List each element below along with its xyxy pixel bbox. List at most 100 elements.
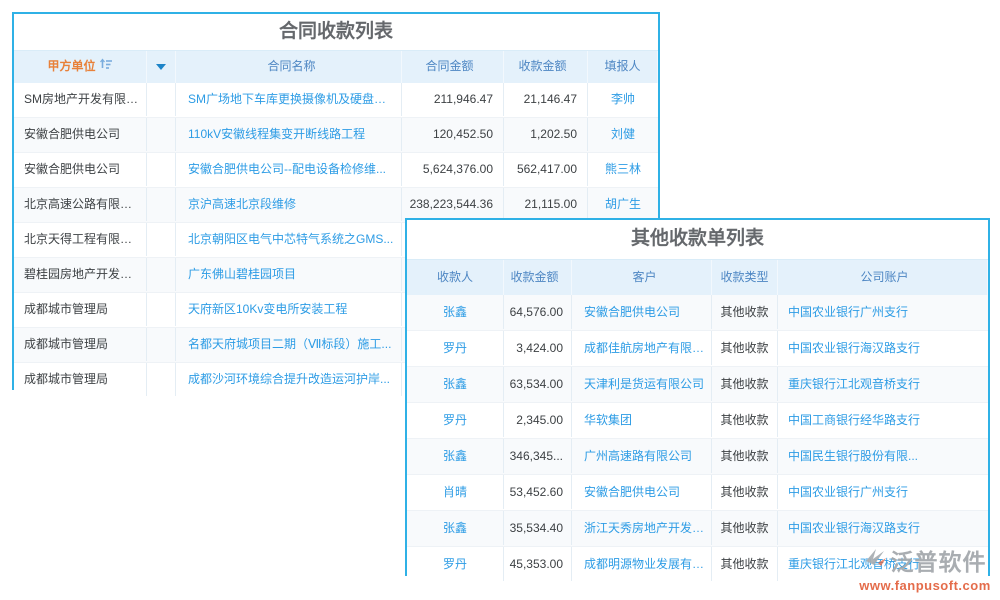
receipt-amount-cell: 64,576.00: [504, 295, 572, 329]
header-party-unit[interactable]: 甲方单位: [14, 51, 147, 83]
receipt-row: 张鑫 64,576.00 安徽合肥供电公司 其他收款 中国农业银行广州支行: [407, 295, 988, 331]
row-dropdown-cell: [147, 118, 176, 151]
party-unit-cell: 北京高速公路有限公司: [14, 188, 147, 221]
receipt-amount-cell: 35,534.40: [504, 511, 572, 545]
row-dropdown-cell: [147, 223, 176, 256]
payee-link[interactable]: 张鑫: [407, 295, 504, 329]
customer-link[interactable]: 华软集团: [572, 403, 712, 437]
payee-link[interactable]: 张鑫: [407, 511, 504, 545]
customer-link[interactable]: 安徽合肥供电公司: [572, 475, 712, 509]
reporter-link[interactable]: 刘健: [588, 118, 658, 151]
header-received-amount: 收款金额: [504, 51, 588, 83]
payee-link[interactable]: 张鑫: [407, 439, 504, 473]
reporter-link[interactable]: 李帅: [588, 83, 658, 116]
contract-amount-cell: 5,624,376.00: [402, 153, 504, 186]
receipt-row: 罗丹 3,424.00 成都佳航房地产有限公司 其他收款 中国农业银行海汉路支行: [407, 331, 988, 367]
receipt-type-cell: 其他收款: [712, 511, 778, 545]
party-unit-cell: 成都城市管理局: [14, 328, 147, 361]
receipt-type-cell: 其他收款: [712, 439, 778, 473]
receipt-type-cell: 其他收款: [712, 367, 778, 401]
receipt-row: 罗丹 2,345.00 华软集团 其他收款 中国工商银行经华路支行: [407, 403, 988, 439]
sort-icon[interactable]: [100, 51, 113, 82]
contract-name-link[interactable]: 名都天府城项目二期（Ⅶ标段）施工...: [176, 328, 402, 361]
receipt-row: 肖晴 53,452.60 安徽合肥供电公司 其他收款 中国农业银行广州支行: [407, 475, 988, 511]
watermark-brand-text: 泛普软件: [891, 543, 987, 577]
contract-row: SM房地产开发有限公司 SM广场地下车库更换摄像机及硬盘项目 211,946.4…: [14, 83, 658, 118]
customer-link[interactable]: 成都明源物业发展有限...: [572, 547, 712, 581]
row-dropdown-cell: [147, 363, 176, 396]
contract-name-link[interactable]: 天府新区10Kv变电所安装工程: [176, 293, 402, 326]
company-account-link[interactable]: 中国农业银行广州支行: [778, 295, 988, 329]
company-account-link[interactable]: 中国农业银行海汉路支行: [778, 331, 988, 365]
received-amount-cell: 562,417.00: [504, 153, 588, 186]
contract-name-link[interactable]: 安徽合肥供电公司--配电设备检修维...: [176, 153, 402, 186]
company-account-link[interactable]: 中国民生银行股份有限...: [778, 439, 988, 473]
customer-link[interactable]: 天津利是货运有限公司: [572, 367, 712, 401]
receipt-row: 张鑫 35,534.40 浙江天秀房地产开发有... 其他收款 中国农业银行海汉…: [407, 511, 988, 547]
party-unit-cell: 碧桂园房地产开发有限公司: [14, 258, 147, 291]
payee-link[interactable]: 肖晴: [407, 475, 504, 509]
row-dropdown-cell: [147, 153, 176, 186]
received-amount-cell: 1,202.50: [504, 118, 588, 151]
company-account-link[interactable]: 中国工商银行经华路支行: [778, 403, 988, 437]
contract-row: 安徽合肥供电公司 安徽合肥供电公司--配电设备检修维... 5,624,376.…: [14, 153, 658, 188]
other-table-header-row: 收款人 收款金额 客户 收款类型 公司账户: [407, 260, 988, 295]
row-dropdown-cell: [147, 328, 176, 361]
party-unit-cell: SM房地产开发有限公司: [14, 83, 147, 116]
reporter-link[interactable]: 熊三林: [588, 153, 658, 186]
header-company-account: 公司账户: [778, 260, 988, 295]
company-account-link[interactable]: 中国农业银行海汉路支行: [778, 511, 988, 545]
other-table-title: 其他收款单列表: [407, 220, 988, 260]
receipt-type-cell: 其他收款: [712, 331, 778, 365]
header-customer: 客户: [572, 260, 712, 295]
header-contract-name: 合同名称: [176, 51, 402, 83]
payee-link[interactable]: 张鑫: [407, 367, 504, 401]
header-party-label: 甲方单位: [47, 51, 95, 82]
header-receipt-type: 收款类型: [712, 260, 778, 295]
page: 合同收款列表 甲方单位 合同名称 合同金额 收款金额 填报人 SM房地产开发有限…: [0, 0, 1000, 600]
payee-link[interactable]: 罗丹: [407, 331, 504, 365]
header-receipt-amount: 收款金额: [504, 260, 572, 295]
customer-link[interactable]: 成都佳航房地产有限公司: [572, 331, 712, 365]
header-filter-dropdown[interactable]: [147, 51, 176, 83]
party-unit-cell: 安徽合肥供电公司: [14, 118, 147, 151]
company-account-link[interactable]: 中国农业银行广州支行: [778, 475, 988, 509]
customer-link[interactable]: 广州高速路有限公司: [572, 439, 712, 473]
party-unit-cell: 成都城市管理局: [14, 293, 147, 326]
contract-name-link[interactable]: 北京朝阳区电气中芯特气系统之GMS...: [176, 223, 402, 256]
receipt-amount-cell: 346,345...: [504, 439, 572, 473]
receipt-row: 张鑫 63,534.00 天津利是货运有限公司 其他收款 重庆银行江北观音桥支行: [407, 367, 988, 403]
receipt-type-cell: 其他收款: [712, 295, 778, 329]
payee-link[interactable]: 罗丹: [407, 403, 504, 437]
header-payee: 收款人: [407, 260, 504, 295]
receipt-type-cell: 其他收款: [712, 547, 778, 581]
reporter-link[interactable]: 胡广生: [588, 188, 658, 221]
party-unit-cell: 安徽合肥供电公司: [14, 153, 147, 186]
contract-amount-cell: 120,452.50: [402, 118, 504, 151]
row-dropdown-cell: [147, 293, 176, 326]
receipt-type-cell: 其他收款: [712, 403, 778, 437]
customer-link[interactable]: 安徽合肥供电公司: [572, 295, 712, 329]
contract-name-link[interactable]: SM广场地下车库更换摄像机及硬盘项目: [176, 83, 402, 116]
customer-link[interactable]: 浙江天秀房地产开发有...: [572, 511, 712, 545]
contract-name-link[interactable]: 110kV安徽线程集变开断线路工程: [176, 118, 402, 151]
contract-row: 安徽合肥供电公司 110kV安徽线程集变开断线路工程 120,452.50 1,…: [14, 118, 658, 153]
receipt-amount-cell: 63,534.00: [504, 367, 572, 401]
receipt-amount-cell: 3,424.00: [504, 331, 572, 365]
fanpu-logo-icon: [864, 547, 888, 574]
receipt-amount-cell: 45,353.00: [504, 547, 572, 581]
party-unit-cell: 北京天得工程有限公司: [14, 223, 147, 256]
company-account-link[interactable]: 重庆银行江北观音桥支行: [778, 367, 988, 401]
row-dropdown-cell: [147, 258, 176, 291]
receipt-amount-cell: 53,452.60: [504, 475, 572, 509]
contract-table-title: 合同收款列表: [14, 14, 658, 51]
payee-link[interactable]: 罗丹: [407, 547, 504, 581]
contract-name-link[interactable]: 京沪高速北京段维修: [176, 188, 402, 221]
other-receipts-table: 其他收款单列表 收款人 收款金额 客户 收款类型 公司账户 张鑫 64,576.…: [405, 218, 990, 576]
row-dropdown-cell: [147, 83, 176, 116]
header-reporter: 填报人: [588, 51, 658, 83]
received-amount-cell: 21,115.00: [504, 188, 588, 221]
contract-name-link[interactable]: 成都沙河环境综合提升改造运河护岸...: [176, 363, 402, 396]
contract-name-link[interactable]: 广东佛山碧桂园项目: [176, 258, 402, 291]
receipt-type-cell: 其他收款: [712, 475, 778, 509]
